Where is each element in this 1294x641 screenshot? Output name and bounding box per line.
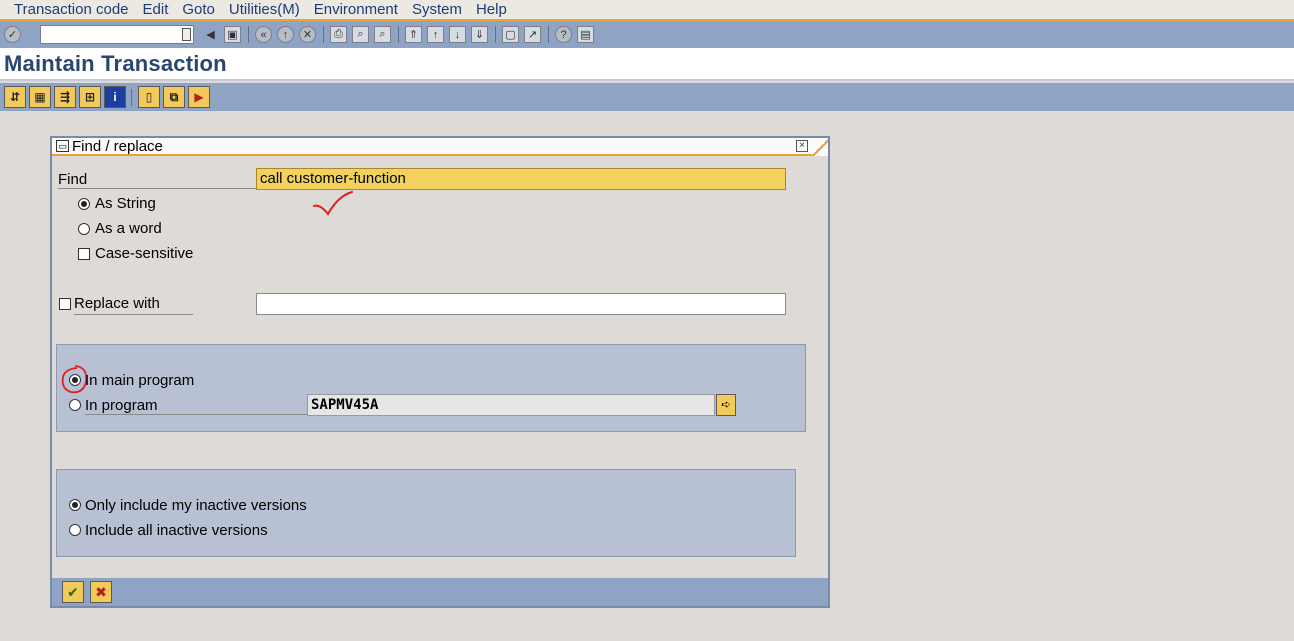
info-icon[interactable]: i: [104, 86, 126, 108]
in-main-program-label: In main program: [85, 372, 195, 389]
find-icon[interactable]: ⌕: [352, 26, 369, 43]
toolbar-separator: [548, 26, 549, 43]
delete-icon[interactable]: ▯: [138, 86, 160, 108]
menu-system[interactable]: System: [412, 1, 462, 18]
title-bar: Maintain Transaction: [0, 48, 1294, 81]
menu-bar: Transaction code Edit Goto Utilities(M) …: [0, 0, 1294, 21]
where-used-icon[interactable]: ⇶: [54, 86, 76, 108]
find-next-icon[interactable]: ⌕: [374, 26, 391, 43]
inactive-versions-group: Only include my inactive versions Includ…: [56, 469, 796, 557]
find-label: Find: [58, 171, 258, 189]
dialog-footer: ✔ ✖: [52, 578, 828, 606]
back-arrow-icon[interactable]: ◀: [202, 26, 219, 43]
help-icon[interactable]: ?: [555, 26, 572, 43]
title-corner: [812, 138, 828, 156]
last-page-icon[interactable]: ⇓: [471, 26, 488, 43]
case-sensitive-label: Case-sensitive: [95, 245, 194, 262]
previous-page-icon[interactable]: ↑: [427, 26, 444, 43]
case-sensitive-checkbox[interactable]: [78, 248, 90, 260]
menu-help[interactable]: Help: [476, 1, 507, 18]
menu-environment[interactable]: Environment: [314, 1, 398, 18]
toolbar-separator: [495, 26, 496, 43]
dialog-title: Find / replace: [72, 137, 163, 155]
layout-menu-icon[interactable]: ▤: [577, 26, 594, 43]
all-inactive-label: Include all inactive versions: [85, 522, 268, 539]
back-icon[interactable]: «: [255, 26, 272, 43]
dialog-window-icon: ▭: [56, 140, 69, 152]
menu-edit[interactable]: Edit: [143, 1, 169, 18]
replace-with-checkbox[interactable]: [59, 298, 71, 310]
menu-utilities[interactable]: Utilities(M): [229, 1, 300, 18]
as-word-radio[interactable]: [78, 223, 90, 235]
first-page-icon[interactable]: ⇑: [405, 26, 422, 43]
toolbar-separator: [131, 88, 132, 106]
toolbar-separator: [248, 26, 249, 43]
command-history-icon[interactable]: [182, 28, 191, 41]
print-icon[interactable]: ⎙: [330, 26, 347, 43]
display-change-icon[interactable]: ▦: [29, 86, 51, 108]
program-name-field[interactable]: SAPMV45A: [307, 394, 715, 416]
new-session-icon[interactable]: ▢: [502, 26, 519, 43]
test-icon[interactable]: ▶: [188, 86, 210, 108]
shortcut-icon[interactable]: ↗: [524, 26, 541, 43]
command-field[interactable]: [40, 25, 194, 44]
as-string-radio[interactable]: [78, 198, 90, 210]
cancel-x-icon[interactable]: ✖: [90, 581, 112, 603]
menu-transaction-code[interactable]: Transaction code: [14, 1, 129, 18]
save-icon[interactable]: ▣: [224, 26, 241, 43]
next-page-icon[interactable]: ↓: [449, 26, 466, 43]
hierarchy-icon[interactable]: ⊞: [79, 86, 101, 108]
as-word-label: As a word: [95, 220, 162, 237]
cancel-icon[interactable]: ✕: [299, 26, 316, 43]
exit-icon[interactable]: ↑: [277, 26, 294, 43]
toolbar-separator: [323, 26, 324, 43]
as-string-label: As String: [95, 195, 156, 212]
find-input[interactable]: call customer-function: [256, 168, 786, 190]
select-program-arrow-icon[interactable]: ➪: [716, 394, 736, 416]
menu-goto[interactable]: Goto: [182, 1, 215, 18]
close-icon[interactable]: ×: [796, 140, 808, 152]
page-title: Maintain Transaction: [4, 50, 227, 76]
find-replace-dialog: ▭ Find / replace × Find call customer-fu…: [50, 136, 830, 608]
in-program-radio[interactable]: [69, 399, 81, 411]
only-my-inactive-radio[interactable]: [69, 499, 81, 511]
dialog-title-bar: ▭ Find / replace ×: [52, 138, 828, 156]
continue-check-icon[interactable]: ✔: [62, 581, 84, 603]
other-object-icon[interactable]: ⇵: [4, 86, 26, 108]
program-scope-group: In main program In program SAPMV45A ➪: [56, 344, 806, 432]
in-program-label: In program: [85, 397, 309, 415]
toolbar-separator: [398, 26, 399, 43]
replace-with-text: Replace with: [74, 295, 193, 315]
replace-with-input[interactable]: [256, 293, 786, 315]
all-inactive-radio[interactable]: [69, 524, 81, 536]
application-toolbar: ⇵ ▦ ⇶ ⊞ i ▯ ⧉ ▶: [0, 83, 1294, 111]
enter-icon[interactable]: ✓: [4, 26, 21, 43]
copy-icon[interactable]: ⧉: [163, 86, 185, 108]
only-my-inactive-label: Only include my inactive versions: [85, 497, 307, 514]
annotation-check-mark: [313, 191, 353, 216]
system-toolbar: ✓ ◀ ▣ « ↑ ✕ ⎙ ⌕ ⌕ ⇑ ↑ ↓ ⇓ ▢ ↗ ? ▤: [0, 21, 1294, 48]
